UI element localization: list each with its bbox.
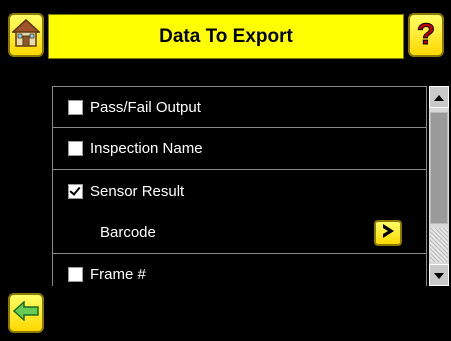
list-item-barcode[interactable]: Barcode xyxy=(52,212,427,254)
list-item-label: Pass/Fail Output xyxy=(90,98,201,116)
scroll-up-button[interactable] xyxy=(429,86,449,108)
title-bar: Data To Export xyxy=(48,14,404,59)
home-icon xyxy=(11,18,41,53)
svg-text:?: ? xyxy=(417,18,435,49)
scroll-down-button[interactable] xyxy=(429,264,449,286)
barcode-label: Barcode xyxy=(100,224,156,241)
scroll-down-icon xyxy=(434,266,444,284)
pass-fail-output-checkbox[interactable] xyxy=(68,99,83,115)
header-bar: Data To Export ? xyxy=(0,0,451,80)
scroll-thumb[interactable] xyxy=(430,112,448,224)
chevron-right-icon xyxy=(380,223,396,244)
list-item-label: Sensor Result xyxy=(90,182,185,200)
checkmark-icon xyxy=(69,183,81,196)
frame-number-checkbox[interactable] xyxy=(68,267,83,282)
list-item-label: Inspection Name xyxy=(90,140,203,157)
back-arrow-icon xyxy=(12,299,39,326)
barcode-next-button[interactable] xyxy=(374,220,402,246)
help-button[interactable]: ? xyxy=(408,13,444,57)
inspection-name-checkbox[interactable] xyxy=(68,141,83,156)
list-scrollbar[interactable] xyxy=(429,86,449,286)
back-button[interactable] xyxy=(8,293,44,333)
export-data-list: Pass/Fail Output Inspection Name Sensor … xyxy=(52,86,427,286)
scroll-track[interactable] xyxy=(430,228,448,262)
list-item-sensor-result[interactable]: Sensor Result xyxy=(52,170,427,212)
sensor-result-checkbox[interactable] xyxy=(68,183,83,199)
list-item-label: Frame # xyxy=(90,266,146,283)
home-button[interactable] xyxy=(8,13,44,57)
help-icon: ? xyxy=(413,17,439,54)
list-item-inspection-name[interactable]: Inspection Name xyxy=(52,128,427,170)
page-title: Data To Export xyxy=(159,25,293,47)
scroll-up-icon xyxy=(434,88,444,106)
list-item-pass-fail-output[interactable]: Pass/Fail Output xyxy=(52,86,427,128)
list-item-frame-number[interactable]: Frame # xyxy=(52,254,427,286)
